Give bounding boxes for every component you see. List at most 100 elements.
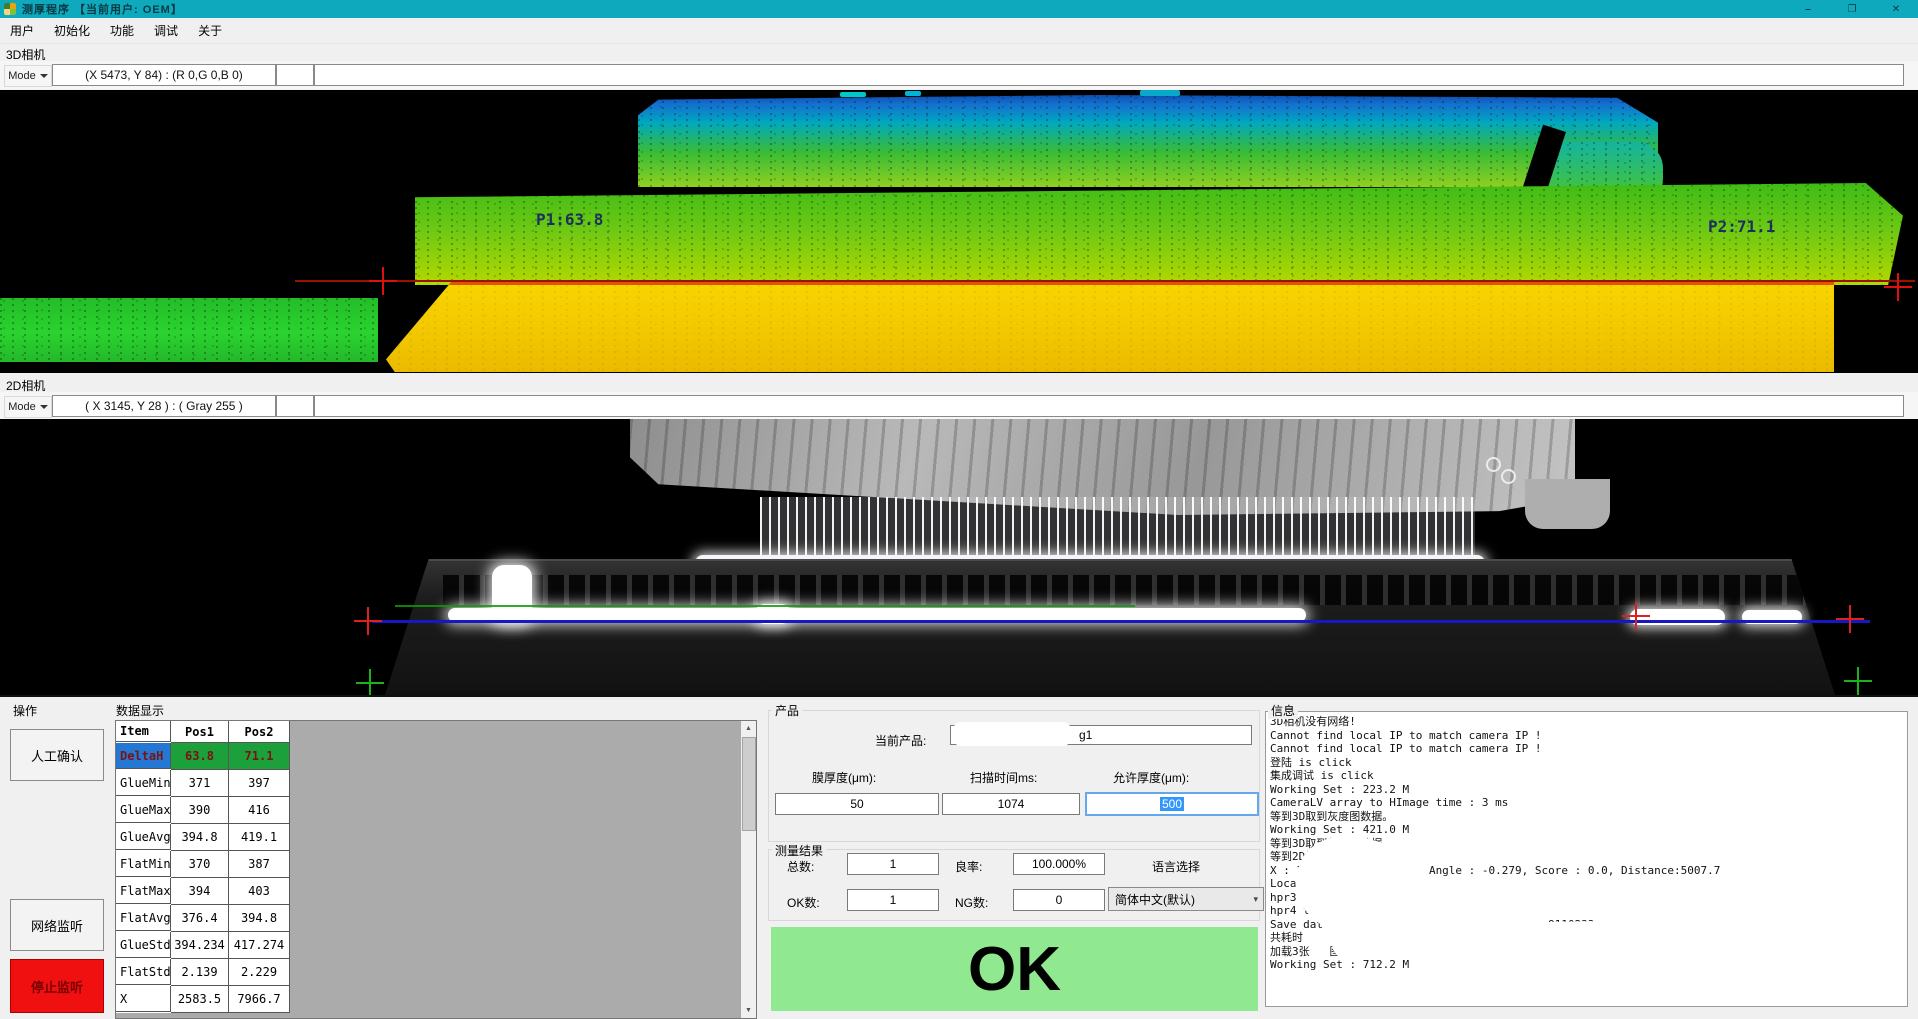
table-cell: GlueStd — [116, 932, 171, 958]
table-cell: 71.1 — [229, 743, 290, 770]
table-cell: 63.8 — [171, 743, 229, 770]
menu-item-调试[interactable]: 调试 — [144, 18, 188, 43]
heightmap-yellow-slab — [386, 282, 1834, 372]
title-bar: 测厚程序 【当前用户: OEM】 – ❐ ✕ — [0, 0, 1918, 18]
network-listen-button[interactable]: 网络监听 — [10, 899, 104, 951]
fleck — [840, 92, 866, 97]
table-cell: 403 — [229, 878, 290, 905]
language-label: 语言选择 — [1152, 858, 1200, 875]
chevron-down-icon: ▾ — [1253, 894, 1258, 905]
table-cell: X — [116, 986, 171, 1012]
data-table: ItemPos1Pos2 DeltaH63.871.1GlueMin371397… — [115, 720, 757, 1019]
camera2d-mode-button[interactable]: Mode — [4, 396, 52, 418]
current-product-label: 当前产品: — [875, 732, 926, 749]
camera2d-status-box: ( X 3145, Y 28 ) : ( Gray 255 ) — [52, 395, 276, 417]
table-cell: 387 — [229, 851, 290, 878]
scroll-down-icon[interactable]: ▼ — [741, 1003, 756, 1018]
blue-measure-line — [372, 620, 1870, 623]
yield-label: 良率: — [955, 858, 982, 875]
table-row[interactable]: GlueMin371397 — [116, 770, 290, 797]
menu-item-初始化[interactable]: 初始化 — [44, 18, 100, 43]
table-row[interactable]: GlueMax390416 — [116, 797, 290, 824]
allow-thickness-field[interactable]: 500 — [1085, 792, 1259, 816]
camera3d-aux-box — [276, 64, 314, 86]
table-row[interactable]: FlatAvg376.4394.8 — [116, 905, 290, 932]
pcb-ring — [1501, 469, 1516, 484]
allow-thickness-label: 允许厚度(μm): — [1113, 769, 1189, 786]
p1-annotation: P1:63.8 — [536, 210, 603, 229]
mode-label: Mode — [8, 70, 36, 82]
table-cell: DeltaH — [116, 743, 171, 769]
table-header-cell: Item — [116, 721, 171, 742]
scroll-up-icon[interactable]: ▲ — [741, 721, 756, 736]
table-cell: GlueMax — [116, 797, 171, 823]
window-title: 测厚程序 【当前用户: OEM】 — [22, 1, 183, 17]
ng-count-label: NG数: — [955, 894, 988, 911]
scan-time-label: 扫描时间ms: — [970, 769, 1037, 786]
table-row[interactable]: X2583.57966.7 — [116, 986, 290, 1013]
total-label: 总数: — [787, 858, 814, 875]
log-line: Working Set : 712.2 M — [1270, 958, 1903, 972]
measure-line — [295, 280, 1915, 282]
scrollbar-thumb[interactable] — [742, 737, 756, 831]
camera3d-mode-button[interactable]: Mode — [4, 65, 52, 87]
film-thickness-field[interactable]: 50 — [775, 793, 939, 815]
crosshair-marker — [1836, 605, 1864, 633]
camera2d-toolbar: Mode ( X 3145, Y 28 ) : ( Gray 255 ) — [0, 392, 1918, 420]
log-line: CameraLV array to HImage time : 3 ms — [1270, 796, 1903, 810]
log-line: 集成调试 is click — [1270, 769, 1903, 783]
stop-listen-button[interactable]: 停止监听 — [10, 959, 104, 1013]
heightmap-left-strip — [0, 298, 378, 362]
table-cell: 2.229 — [229, 959, 290, 986]
table-cell: 2583.5 — [171, 986, 229, 1013]
minimize-button[interactable]: – — [1786, 0, 1830, 18]
camera3d-image[interactable]: P1:63.8 P2:71.1 — [0, 90, 1918, 373]
log-line: Working Set : 421.0 M — [1270, 823, 1903, 837]
yield-field: 100.000% — [1013, 853, 1105, 875]
table-cell: 417.274 — [229, 932, 290, 959]
log-line: Working Set : 223.2 M — [1270, 783, 1903, 797]
table-cell: FlatMin — [116, 851, 171, 877]
language-select[interactable]: 简体中文(默认) ▾ — [1108, 887, 1264, 911]
camera2d-image[interactable] — [0, 419, 1918, 695]
menu-item-关于[interactable]: 关于 — [188, 18, 232, 43]
table-row[interactable]: GlueAvg394.8419.1 — [116, 824, 290, 851]
chevron-down-icon — [40, 74, 48, 78]
manual-confirm-button[interactable]: 人工确认 — [10, 729, 104, 781]
table-row[interactable]: FlatMax394403 — [116, 878, 290, 905]
table-cell: 394.8 — [171, 824, 229, 851]
table-cell: 394.234 — [171, 932, 229, 959]
maximize-button[interactable]: ❐ — [1830, 0, 1874, 18]
p2-annotation: P2:71.1 — [1708, 217, 1775, 236]
table-row[interactable]: FlatStd2.1392.229 — [116, 959, 290, 986]
table-row[interactable]: FlatMin370387 — [116, 851, 290, 878]
data-table-header: ItemPos1Pos2 — [116, 721, 290, 743]
product-group-label: 产品 — [772, 702, 802, 719]
table-cell: 370 — [171, 851, 229, 878]
crosshair-marker-green — [1844, 667, 1872, 695]
camera3d-wide-box — [314, 64, 1904, 86]
redaction-blob — [953, 722, 1071, 746]
table-header-cell: Pos2 — [229, 721, 290, 743]
menu-item-功能[interactable]: 功能 — [100, 18, 144, 43]
table-cell: FlatAvg — [116, 905, 171, 931]
base-slot-row — [443, 575, 1806, 605]
table-cell: GlueMin — [116, 770, 171, 796]
base-block — [385, 559, 1835, 695]
fleck — [905, 91, 921, 96]
scan-time-field[interactable]: 1074 — [942, 793, 1080, 815]
table-cell: GlueAvg — [116, 824, 171, 850]
table-cell: 394.8 — [229, 905, 290, 932]
info-group-label: 信息 — [1268, 702, 1298, 719]
table-cell: 2.139 — [171, 959, 229, 986]
table-cell: 376.4 — [171, 905, 229, 932]
table-scrollbar[interactable]: ▲ ▼ — [740, 721, 756, 1018]
close-button[interactable]: ✕ — [1874, 0, 1918, 18]
table-cell: 394 — [171, 878, 229, 905]
table-row[interactable]: DeltaH63.871.1 — [116, 743, 290, 770]
redaction-blob — [1332, 920, 1651, 960]
table-row[interactable]: GlueStd394.234417.274 — [116, 932, 290, 959]
log-line: 等到3D取到灰度图数据。 — [1270, 810, 1903, 824]
total-field: 1 — [847, 853, 939, 875]
menu-item-用户[interactable]: 用户 — [0, 18, 44, 43]
